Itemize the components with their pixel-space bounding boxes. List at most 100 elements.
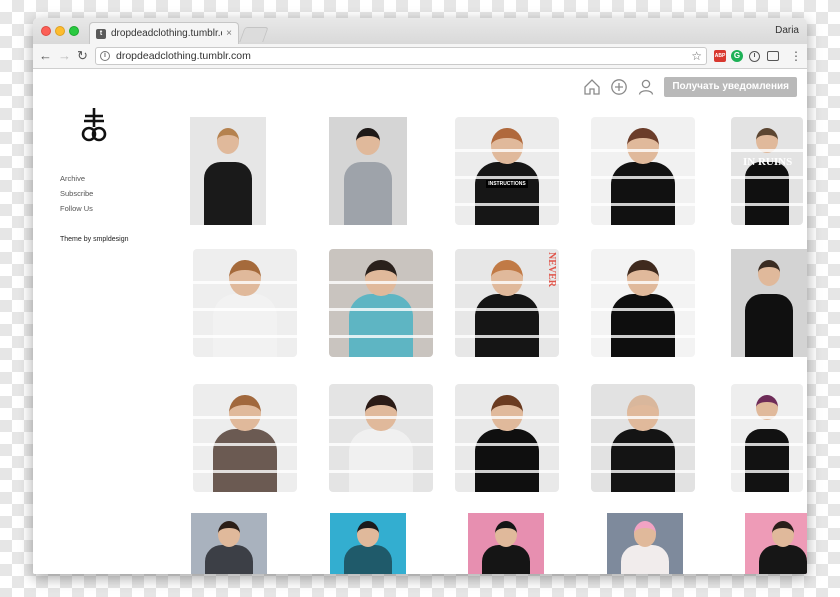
photo-post-thumbnail[interactable] — [591, 117, 695, 225]
torn-paper-stripe — [455, 281, 559, 285]
model-head — [491, 394, 523, 431]
torn-paper-stripe — [329, 335, 433, 339]
photo-post-thumbnail[interactable] — [329, 384, 433, 492]
model-figure — [482, 544, 530, 574]
torn-paper-stripe — [455, 443, 559, 447]
browser-menu-icon[interactable]: ⋮ — [790, 49, 802, 63]
tab-close-icon[interactable]: × — [226, 28, 232, 39]
torn-paper-stripe — [591, 308, 695, 312]
model-figure — [348, 294, 414, 357]
url-text[interactable]: dropdeadclothing.tumblr.com — [116, 50, 691, 62]
torn-paper-stripe — [329, 443, 433, 447]
photo-post-thumbnail[interactable] — [193, 384, 297, 492]
browser-tab[interactable]: t dropdeadclothing.tumblr.com × — [89, 22, 239, 44]
model-figure — [348, 429, 414, 492]
torn-paper-stripe — [591, 176, 695, 180]
cast-icon[interactable] — [767, 51, 779, 61]
home-icon[interactable] — [583, 78, 601, 96]
model-figure — [744, 429, 790, 492]
photo-post-thumbnail[interactable] — [731, 384, 803, 492]
torn-paper-stripe — [329, 470, 433, 474]
model-head — [627, 394, 659, 431]
torn-paper-stripe — [193, 416, 297, 420]
torn-paper-stripe — [455, 203, 559, 207]
user-icon[interactable] — [637, 78, 655, 96]
photo-post-thumbnail[interactable] — [607, 513, 683, 574]
photo-post-thumbnail[interactable] — [329, 249, 433, 357]
photo-post-thumbnail[interactable] — [745, 513, 807, 574]
torn-paper-stripe — [731, 203, 803, 207]
add-icon[interactable] — [610, 78, 628, 96]
minimize-window-button[interactable] — [55, 26, 65, 36]
torn-paper-stripe — [193, 443, 297, 447]
torn-paper-stripe — [591, 470, 695, 474]
torn-paper-stripe — [455, 308, 559, 312]
model-figure — [610, 429, 676, 492]
torn-paper-stripe — [591, 443, 695, 447]
photo-post-thumbnail[interactable] — [591, 384, 695, 492]
torn-paper-stripe — [731, 149, 803, 153]
model-head — [216, 127, 240, 155]
model-head — [365, 259, 397, 296]
sidebar-link-archive[interactable]: Archive — [60, 175, 93, 183]
get-notifications-button[interactable]: Получать уведомления — [664, 77, 797, 97]
photo-post-thumbnail[interactable] — [731, 249, 807, 357]
close-window-button[interactable] — [41, 26, 51, 36]
new-tab-button[interactable] — [239, 27, 269, 42]
clock-extension-icon[interactable] — [749, 51, 760, 62]
info-icon[interactable]: i — [100, 51, 110, 61]
maximize-window-button[interactable] — [69, 26, 79, 36]
torn-paper-stripe — [193, 470, 297, 474]
torn-paper-stripe — [329, 281, 433, 285]
photo-post-thumbnail[interactable]: INSTRUCTIONS — [455, 117, 559, 225]
browser-toolbar: ← → ↻ i dropdeadclothing.tumblr.com ☆ AB… — [33, 44, 807, 69]
photo-post-thumbnail[interactable]: NEVER — [455, 249, 559, 357]
torn-paper-stripe — [731, 416, 803, 420]
torn-paper-stripe — [455, 149, 559, 153]
profile-name[interactable]: Daria — [775, 25, 799, 36]
reload-icon[interactable]: ↻ — [77, 48, 88, 64]
theme-credit[interactable]: Theme by smpldesign — [60, 236, 128, 243]
grammarly-icon[interactable]: G — [731, 50, 743, 62]
sidebar-link-follow[interactable]: Follow Us — [60, 205, 93, 213]
photo-overlay-text: NEVER — [546, 251, 557, 287]
torn-paper-stripe — [591, 203, 695, 207]
torn-paper-stripe — [591, 281, 695, 285]
photo-post-thumbnail[interactable] — [591, 249, 695, 357]
extension-red-icon[interactable]: ABP — [714, 50, 726, 62]
dropdead-logo-icon[interactable] — [80, 107, 108, 143]
model-head — [771, 520, 795, 547]
photo-post-thumbnail[interactable] — [330, 513, 406, 574]
model-head — [627, 259, 659, 296]
browser-window: t dropdeadclothing.tumblr.com × Daria ← … — [33, 18, 807, 574]
model-head — [627, 127, 659, 164]
tumblr-favicon-icon: t — [96, 28, 106, 39]
torn-paper-stripe — [455, 335, 559, 339]
back-arrow-icon[interactable]: ← — [39, 48, 52, 64]
model-head — [491, 259, 523, 296]
model-figure — [205, 544, 253, 574]
photo-post-thumbnail[interactable] — [193, 249, 297, 357]
model-figure — [204, 162, 252, 225]
torn-paper-stripe — [329, 416, 433, 420]
photo-post-thumbnail[interactable] — [191, 513, 267, 574]
tab-title: dropdeadclothing.tumblr.com — [111, 28, 222, 39]
model-head — [229, 394, 261, 431]
forward-arrow-icon[interactable]: → — [58, 48, 71, 64]
photo-post-thumbnail[interactable] — [190, 117, 266, 225]
model-head — [217, 520, 241, 547]
torn-paper-stripe — [731, 176, 803, 180]
address-bar[interactable]: i dropdeadclothing.tumblr.com ☆ — [95, 47, 707, 65]
model-figure — [744, 162, 790, 225]
photo-post-thumbnail[interactable]: IN RUINS — [731, 117, 803, 225]
torn-paper-stripe — [731, 443, 803, 447]
model-figure — [474, 429, 540, 492]
photo-post-thumbnail[interactable] — [455, 384, 559, 492]
bookmark-star-icon[interactable]: ☆ — [691, 49, 702, 63]
torn-paper-stripe — [193, 308, 297, 312]
model-figure — [212, 429, 278, 492]
torn-paper-stripe — [591, 149, 695, 153]
photo-post-thumbnail[interactable] — [329, 117, 407, 225]
photo-post-thumbnail[interactable] — [468, 513, 544, 574]
sidebar-link-subscribe[interactable]: Subscribe — [60, 190, 93, 198]
